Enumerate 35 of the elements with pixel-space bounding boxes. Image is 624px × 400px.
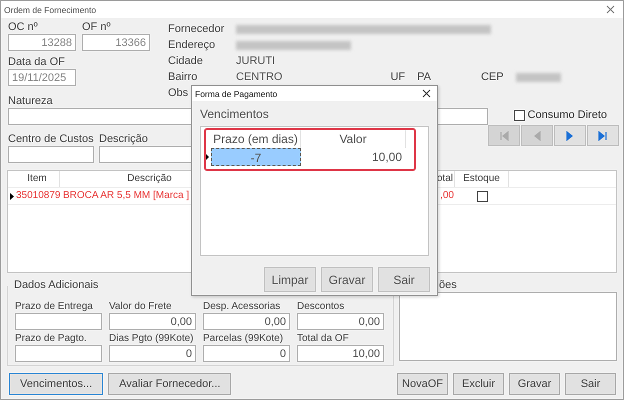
field-label: Prazo de Entrega <box>15 300 93 313</box>
field-label: UF <box>390 71 406 83</box>
field-label: Descrição <box>99 133 148 146</box>
field-label: Fornecedor <box>168 23 224 35</box>
dialog-title: Forma de Pagamento <box>195 88 278 98</box>
column-header: Estoque <box>455 171 509 187</box>
field-label: Desp. Acessorias <box>203 300 280 313</box>
field-label: Valor do Frete <box>109 300 172 313</box>
field-label: Endereço <box>168 39 216 51</box>
field-label: ões <box>439 279 457 292</box>
field-value: PA <box>417 71 431 83</box>
window-title: Ordem de Fornecimento <box>4 4 96 14</box>
field-label: Total da OF <box>297 332 349 345</box>
field-label: Parcelas (99Kote) <box>203 332 284 345</box>
field-label: Centro de Custos <box>8 133 94 146</box>
field-label: CEP <box>480 71 504 83</box>
field-value: CENTRO <box>236 71 282 83</box>
column-header: Valor <box>301 130 406 148</box>
field-label: Cidade <box>168 55 203 67</box>
column-header: Item <box>15 171 60 187</box>
table-cell-text: ,00 <box>439 189 455 203</box>
field-label: OC nº <box>8 21 38 34</box>
field-label: Data da OF <box>8 56 65 69</box>
field-label: OF nº <box>82 21 110 34</box>
table-cell-text: BROCA AR 5,5 MM [Marca ] <box>62 189 190 203</box>
field-label: Obs <box>168 87 188 99</box>
field-value: JURUTI <box>236 55 276 67</box>
field-label: Dias Pgto (99Kote) <box>109 332 194 345</box>
field-label: Prazo de Pagto. <box>15 332 87 345</box>
field-label: Bairro <box>168 71 198 83</box>
field-label: Natureza <box>8 95 53 108</box>
table-cell-text: 35010879 <box>15 189 60 203</box>
table-cell-text: 10,00 <box>370 149 403 166</box>
section-title: Vencimentos <box>199 106 270 122</box>
field-label: Descontos <box>297 300 344 313</box>
